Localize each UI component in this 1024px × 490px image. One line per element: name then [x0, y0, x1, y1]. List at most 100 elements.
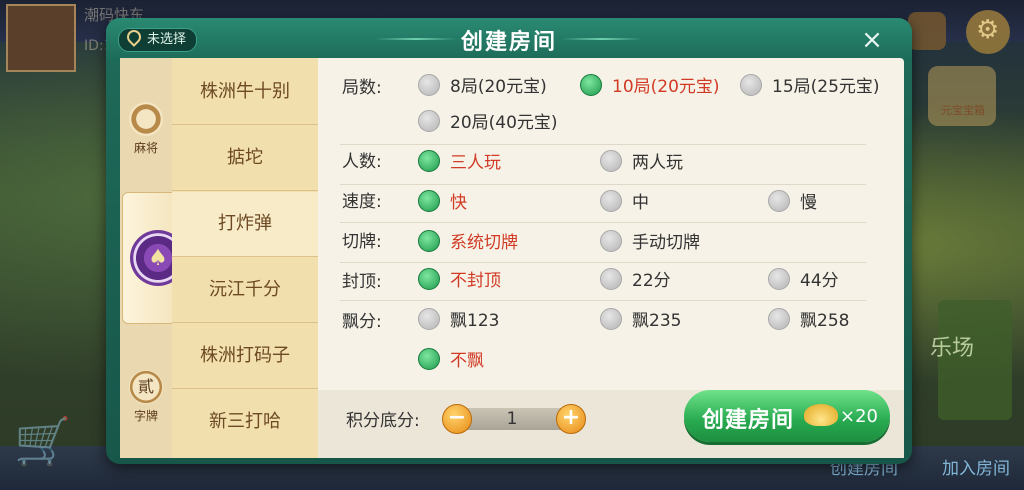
location-selector[interactable]: 未选择	[118, 27, 198, 52]
radio-checked-icon	[418, 150, 440, 172]
divider	[340, 262, 866, 263]
rounds-option-label: 15局(25元宝)	[772, 77, 880, 97]
radio-checked-icon	[418, 190, 440, 212]
game-item[interactable]: 株洲打码子	[172, 324, 318, 389]
speed-option-selected[interactable]: 快	[418, 190, 467, 215]
category-mahjong[interactable]: 麻将	[120, 102, 172, 156]
cap-option-label: 44分	[800, 271, 839, 291]
rounds-option-label: 8局(20元宝)	[450, 77, 547, 97]
radio-icon	[600, 308, 622, 330]
rounds-option-selected[interactable]: 10局(20元宝)	[580, 74, 720, 99]
close-button[interactable]: ×	[858, 27, 886, 55]
shop-cart-icon: 🛒	[14, 414, 72, 468]
rounds-option[interactable]: 20局(40元宝)	[418, 110, 558, 135]
speed-option[interactable]: 中	[600, 190, 649, 215]
radio-icon	[740, 74, 762, 96]
float-option-label: 飘123	[450, 311, 500, 331]
game-item-selected[interactable]: 打炸弹	[172, 192, 318, 257]
rounds-option[interactable]: 8局(20元宝)	[418, 74, 547, 99]
cap-option[interactable]: 44分	[768, 268, 839, 293]
decrease-score-button[interactable]: −	[442, 404, 472, 434]
cap-label: 封顶:	[342, 272, 382, 292]
create-room-button-label: 创建房间	[702, 408, 795, 433]
rounds-option[interactable]: 15局(25元宝)	[740, 74, 880, 99]
float-label: 飘分:	[342, 312, 382, 332]
radio-checked-icon	[580, 74, 602, 96]
players-option-selected[interactable]: 三人玩	[418, 150, 501, 175]
game-item[interactable]: 新三打哈	[172, 390, 318, 454]
speed-option-label: 慢	[800, 193, 817, 213]
category-mahjong-label: 麻将	[133, 141, 158, 155]
players-option-label: 三人玩	[450, 153, 501, 173]
shuffle-option-label: 系统切牌	[450, 233, 518, 253]
float-option[interactable]: 飘123	[418, 308, 499, 333]
category-zipai[interactable]: 貳 字牌	[120, 370, 172, 424]
dialog-title: 创建房间	[460, 30, 557, 55]
location-label: 未选择	[147, 32, 187, 47]
cap-option-label: 22分	[632, 271, 671, 291]
radio-icon	[418, 110, 440, 132]
speed-option[interactable]: 慢	[768, 190, 817, 215]
players-label: 人数:	[342, 152, 382, 172]
divider	[340, 300, 866, 301]
zipai-glyph: 貳	[137, 377, 154, 396]
divider	[340, 144, 866, 145]
shuffle-option[interactable]: 手动切牌	[600, 230, 700, 255]
category-zipai-label: 字牌	[133, 409, 158, 423]
speed-option-label: 快	[450, 193, 467, 213]
players-option-label: 两人玩	[632, 153, 683, 173]
create-room-dialog: 创建房间 未选择 × 麻将 ♠ 貳 字牌 株洲牛十别 掂坨 打炸弹 沅江千分 株…	[106, 18, 912, 464]
create-room-cost: ×20	[840, 406, 878, 427]
gear-icon: ⚙	[976, 15, 1000, 45]
radio-icon	[418, 74, 440, 96]
gold-ingot-icon	[804, 404, 838, 426]
radio-checked-icon	[418, 348, 440, 370]
rounds-option-label: 10局(20元宝)	[612, 77, 720, 97]
speed-label: 速度:	[342, 192, 382, 212]
base-score-label: 积分底分:	[346, 411, 420, 431]
divider	[340, 184, 866, 185]
float-option-label: 飘258	[800, 311, 850, 331]
float-option-selected[interactable]: 不飘	[418, 348, 484, 373]
player-avatar	[6, 4, 76, 72]
radio-icon	[600, 190, 622, 212]
players-option[interactable]: 两人玩	[600, 150, 683, 175]
mahjong-icon	[129, 102, 163, 136]
radio-icon	[418, 308, 440, 330]
radio-icon	[600, 268, 622, 290]
create-room-button[interactable]: 创建房间 ×20	[684, 390, 890, 442]
radio-icon	[600, 230, 622, 252]
cap-option-selected[interactable]: 不封顶	[418, 268, 501, 293]
lobby-join-room: 加入房间	[942, 459, 1010, 479]
increase-score-button[interactable]: +	[556, 404, 586, 434]
game-list: 株洲牛十别 掂坨 打炸弹 沅江千分 株洲打码子 新三打哈	[172, 58, 318, 458]
radio-icon	[768, 268, 790, 290]
radio-icon	[768, 308, 790, 330]
radio-checked-icon	[418, 230, 440, 252]
speed-option-label: 中	[632, 193, 649, 213]
base-score-value: 1	[506, 409, 518, 429]
club-label: 乐场	[930, 336, 975, 361]
rounds-option-label: 20局(40元宝)	[450, 113, 558, 133]
shuffle-label: 切牌:	[342, 232, 382, 252]
float-option[interactable]: 飘235	[600, 308, 681, 333]
radio-icon	[768, 190, 790, 212]
treasure-chest-label: 元宝宝箱	[941, 104, 985, 117]
game-item[interactable]: 沅江千分	[172, 258, 318, 323]
radio-checked-icon	[418, 268, 440, 290]
float-option-label: 飘235	[632, 311, 682, 331]
lobby-menu-icon	[908, 12, 946, 50]
rounds-label: 局数:	[342, 78, 382, 98]
game-item[interactable]: 掂坨	[172, 126, 318, 191]
float-option-label: 不飘	[450, 351, 484, 371]
radio-icon	[600, 150, 622, 172]
zipai-icon: 貳	[129, 370, 163, 404]
game-item[interactable]: 株洲牛十别	[172, 60, 318, 125]
divider	[340, 222, 866, 223]
shuffle-option-label: 手动切牌	[632, 233, 700, 253]
float-option[interactable]: 飘258	[768, 308, 849, 333]
cap-option[interactable]: 22分	[600, 268, 671, 293]
cap-option-label: 不封顶	[450, 271, 501, 291]
shuffle-option-selected[interactable]: 系统切牌	[418, 230, 518, 255]
location-pin-icon	[124, 27, 144, 47]
